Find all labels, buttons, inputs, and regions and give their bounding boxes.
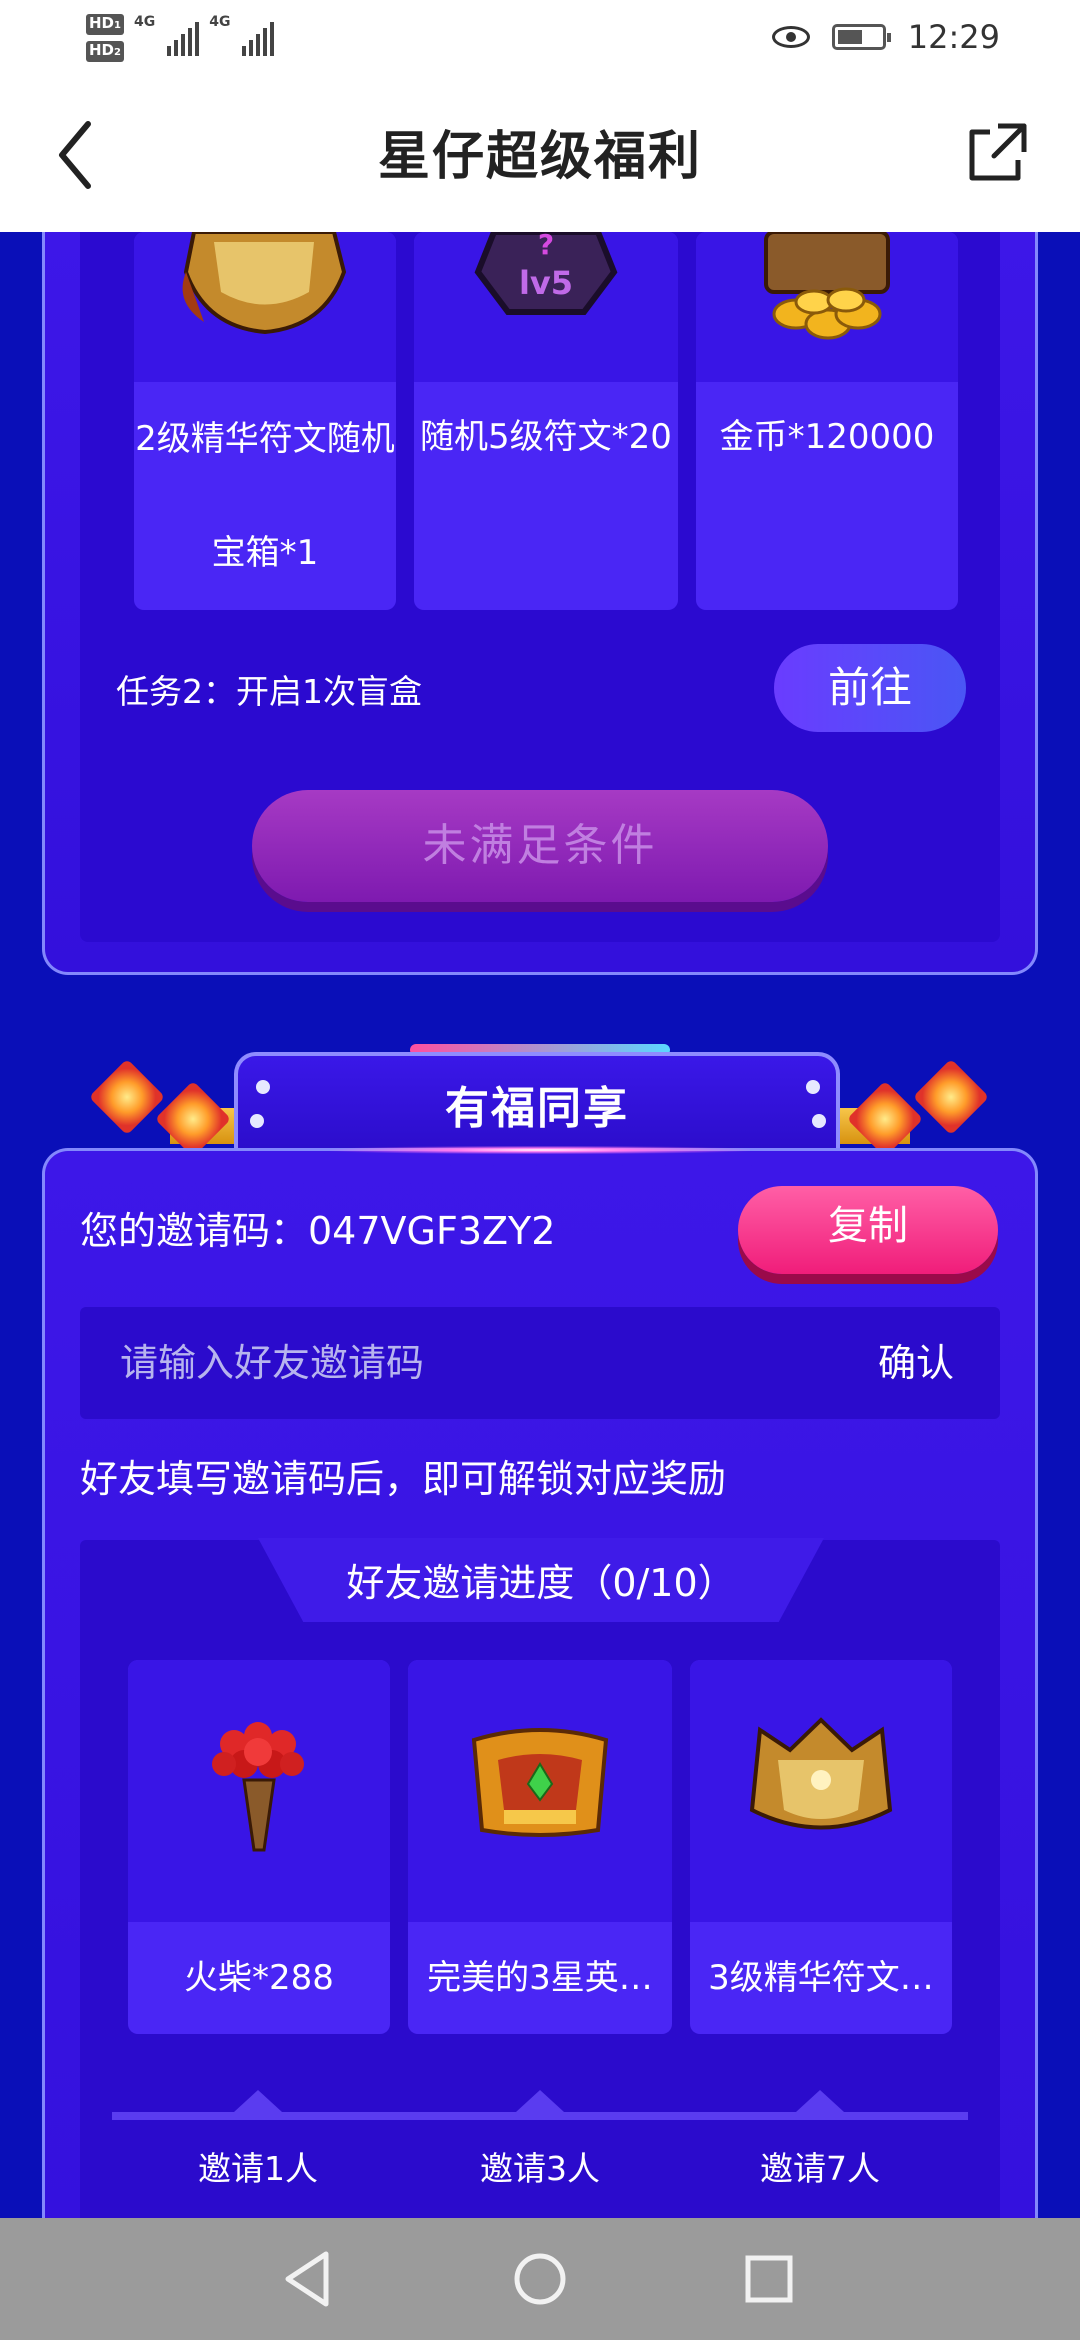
- signal-icon: [167, 20, 200, 56]
- hd1-indicator: HD1: [86, 14, 124, 35]
- progress-title: 好友邀请进度（0/10）: [346, 1561, 736, 1605]
- section-title: 有福同享: [445, 1083, 629, 1134]
- lantern-icon: [846, 1080, 924, 1158]
- reward-label: 3级精华符文…: [708, 1958, 934, 1998]
- golden-crown-chest-icon: [182, 232, 347, 335]
- square-recents-icon: [745, 2255, 793, 2303]
- reward-label: 完美的3星英…: [427, 1958, 653, 1998]
- reward-label: 火柴*288: [184, 1958, 334, 1998]
- signal-icon-2: [242, 20, 275, 56]
- progress-track: [112, 2112, 968, 2120]
- status-left: HD1 HD2 4G 4G: [86, 14, 275, 62]
- progress-notch: [796, 2090, 844, 2112]
- reward-label: 金币*120000: [719, 417, 935, 457]
- progress-step-label: 邀请3人: [480, 2149, 600, 2188]
- share-button[interactable]: [956, 114, 1036, 194]
- reward-card-2: lv5 ? 随机5级符文*20: [414, 232, 678, 610]
- task-description: 任务2：开启1次盲盒: [116, 672, 422, 711]
- status-right: 12:29: [771, 18, 1000, 56]
- reward-card-3: 金币*120000: [696, 232, 958, 610]
- invite-input-row: 确认: [80, 1307, 1000, 1419]
- reward-card-1: 2级精华符文随机宝箱*1: [134, 232, 396, 610]
- nav-home-button[interactable]: [505, 2244, 575, 2314]
- triangle-back-icon: [285, 2251, 329, 2307]
- eye-comfort-icon: [771, 26, 810, 48]
- status-bar: HD1 HD2 4G 4G 12:29: [0, 0, 1080, 80]
- golden-crown-chest-icon: [749, 1717, 893, 1830]
- nav-back-button[interactable]: [274, 2244, 344, 2314]
- network-label-1: 4G: [133, 14, 156, 30]
- invite-reward-card-1: 火柴*288: [128, 1660, 390, 2034]
- lantern-icon: [88, 1058, 166, 1136]
- claim-button-disabled[interactable]: 未满足条件: [252, 790, 828, 902]
- network-label-2: 4G: [209, 14, 231, 30]
- invite-reward-card-2: 完美的3星英…: [408, 1660, 672, 2034]
- battery-icon: [831, 24, 891, 50]
- gold-coins-chest-icon: [764, 232, 890, 340]
- system-nav-bar: [0, 2218, 1080, 2340]
- progress-step-label: 邀请7人: [760, 2149, 880, 2188]
- progress-notch: [516, 2090, 564, 2112]
- lantern-icon: [912, 1058, 990, 1136]
- banner-glow: [330, 1146, 750, 1154]
- svg-text:?: ?: [538, 232, 554, 261]
- invite-hint: 好友填写邀请码后，即可解锁对应奖励: [80, 1457, 727, 1501]
- invite-reward-card-3: 3级精华符文…: [690, 1660, 952, 2034]
- nav-recents-button[interactable]: [734, 2244, 804, 2314]
- lantern-icon: [154, 1080, 232, 1158]
- page-title: 星仔超级福利: [377, 127, 702, 187]
- circle-home-icon: [514, 2253, 566, 2305]
- progress-step-label: 邀请1人: [198, 2149, 318, 2188]
- goto-button[interactable]: 前往: [774, 644, 966, 732]
- hd2-indicator: HD2: [86, 41, 124, 62]
- match-bundle-icon: [212, 1722, 304, 1852]
- svg-text:lv5: lv5: [519, 264, 573, 302]
- invite-code-input[interactable]: [120, 1307, 820, 1419]
- clock: 12:29: [907, 18, 1000, 56]
- reward-label: 2级精华符文随机宝箱*1: [135, 419, 395, 573]
- lv5-rune-icon: lv5 ?: [474, 232, 618, 315]
- external-link-icon: [969, 123, 1027, 181]
- reward-label: 随机5级符文*20: [420, 417, 672, 457]
- hero-chest-icon: [471, 1728, 609, 1837]
- copy-button[interactable]: 复制: [738, 1186, 998, 1274]
- invite-code: 您的邀请码：047VGF3ZY2: [80, 1209, 556, 1253]
- title-bar: 星仔超级福利: [0, 80, 1080, 232]
- progress-notch: [234, 2090, 282, 2112]
- confirm-button[interactable]: 确认: [878, 1307, 954, 1419]
